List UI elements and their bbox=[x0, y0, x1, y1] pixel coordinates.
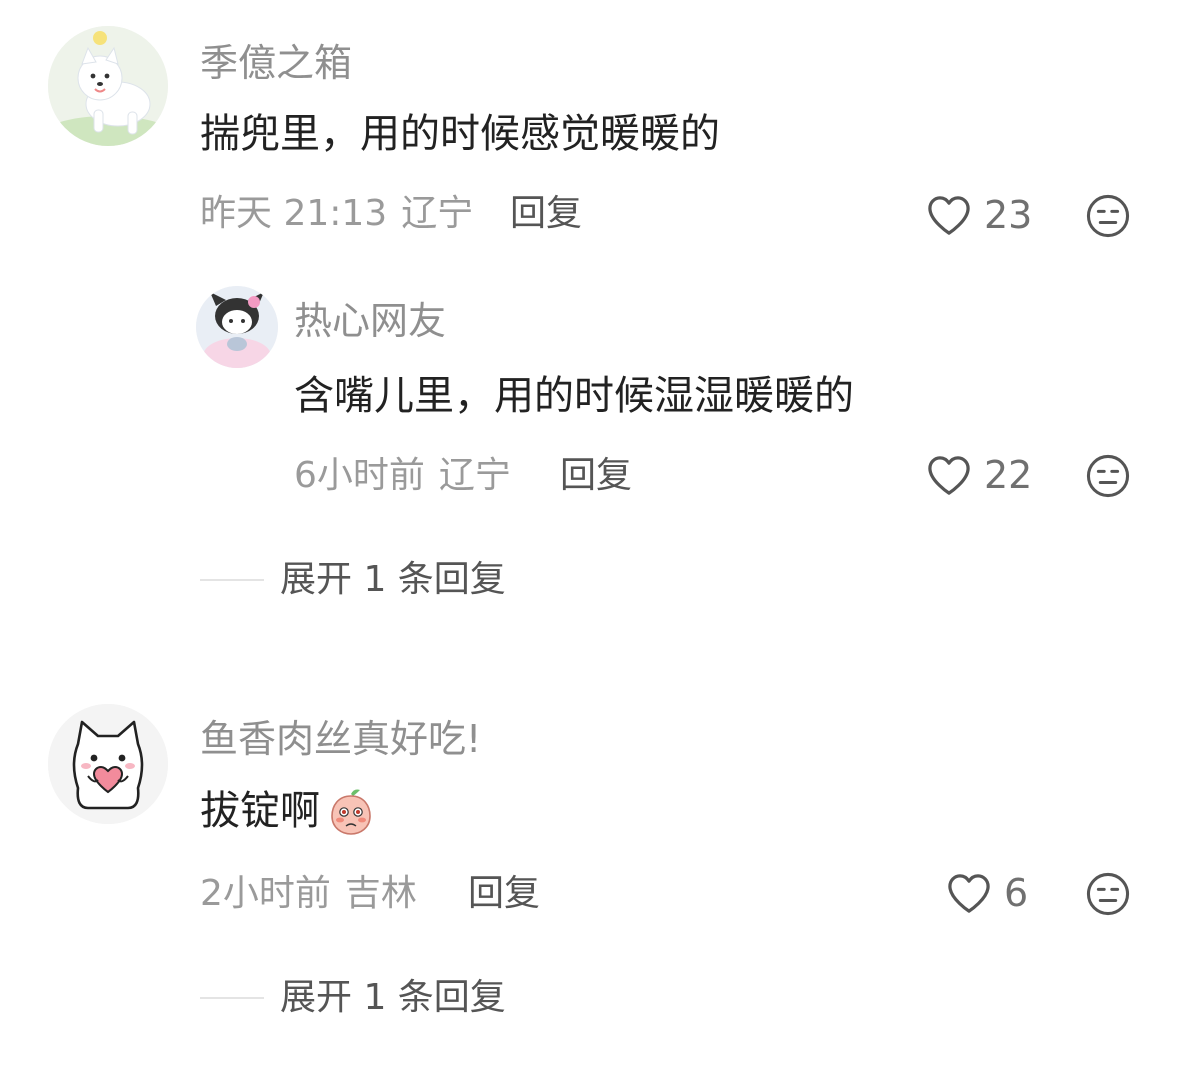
samoyed-dog-icon bbox=[48, 26, 168, 146]
comment-item: 季億之箱 揣兜里，用的时候感觉暖暖的 昨天 21:13 辽宁 回复 23 热心网… bbox=[0, 0, 1200, 640]
like-button[interactable]: 22 bbox=[926, 454, 1032, 496]
comment-text: 拔锭啊 bbox=[200, 786, 376, 836]
reply-button[interactable]: 回复 bbox=[468, 876, 540, 912]
comment-meta: 2小时前 吉林 bbox=[200, 876, 417, 912]
expand-divider bbox=[200, 997, 264, 999]
dislike-button[interactable] bbox=[1085, 453, 1131, 499]
reply-button[interactable]: 回复 bbox=[510, 196, 582, 232]
comment-meta: 昨天 21:13 辽宁 bbox=[200, 196, 473, 232]
username[interactable]: 热心网友 bbox=[294, 302, 446, 340]
peach-shy-emoji-icon bbox=[326, 786, 376, 836]
like-count: 23 bbox=[984, 193, 1033, 237]
like-button[interactable]: 23 bbox=[926, 194, 1032, 236]
expand-replies-label: 展开 1 条回复 bbox=[280, 559, 506, 600]
like-button[interactable]: 6 bbox=[946, 872, 1028, 914]
meh-face-icon bbox=[1086, 872, 1130, 916]
reply-text-content: 含嘴儿里，用的时候湿湿暖暖的 bbox=[294, 373, 854, 419]
reply-button[interactable]: 回复 bbox=[560, 458, 632, 494]
location: 辽宁 bbox=[438, 455, 511, 496]
comment-text-content: 揣兜里，用的时候感觉暖暖的 bbox=[200, 111, 720, 157]
avatar[interactable] bbox=[48, 704, 168, 824]
heart-icon bbox=[948, 874, 990, 913]
meh-face-icon bbox=[1086, 194, 1130, 238]
location: 辽宁 bbox=[401, 193, 474, 234]
dislike-button[interactable] bbox=[1085, 871, 1131, 917]
comment-item: 鱼香肉丝真好吃! 拔锭啊 2小时前 吉林 回复 6 展开 1 条回复 bbox=[0, 690, 1200, 1074]
comment-text: 揣兜里，用的时候感觉暖暖的 bbox=[200, 114, 720, 154]
dislike-button[interactable] bbox=[1085, 193, 1131, 239]
meh-face-icon bbox=[1086, 454, 1130, 498]
reply-text: 含嘴儿里，用的时候湿湿暖暖的 bbox=[294, 376, 854, 416]
kuromi-icon bbox=[196, 286, 278, 368]
username[interactable]: 季億之箱 bbox=[200, 44, 352, 82]
heart-icon bbox=[928, 196, 970, 235]
comment-text-content: 拔锭啊 bbox=[200, 788, 320, 834]
like-count: 22 bbox=[984, 453, 1033, 497]
expand-replies-button[interactable]: 展开 1 条回复 bbox=[200, 980, 506, 1016]
like-count: 6 bbox=[1004, 871, 1029, 915]
avatar[interactable] bbox=[48, 26, 168, 146]
username[interactable]: 鱼香肉丝真好吃! bbox=[200, 720, 481, 758]
white-cat-heart-icon bbox=[48, 704, 168, 824]
timestamp: 6小时前 bbox=[294, 455, 425, 496]
expand-replies-label: 展开 1 条回复 bbox=[280, 977, 506, 1018]
expand-divider bbox=[200, 579, 264, 581]
expand-replies-button[interactable]: 展开 1 条回复 bbox=[200, 562, 506, 598]
timestamp: 2小时前 bbox=[200, 873, 331, 914]
heart-icon bbox=[928, 456, 970, 495]
location: 吉林 bbox=[344, 873, 417, 914]
reply-item: 热心网友 含嘴儿里，用的时候湿湿暖暖的 6小时前 辽宁 回复 22 bbox=[196, 286, 1196, 516]
reply-meta: 6小时前 辽宁 bbox=[294, 458, 511, 494]
timestamp: 昨天 21:13 bbox=[200, 193, 388, 234]
avatar[interactable] bbox=[196, 286, 278, 368]
